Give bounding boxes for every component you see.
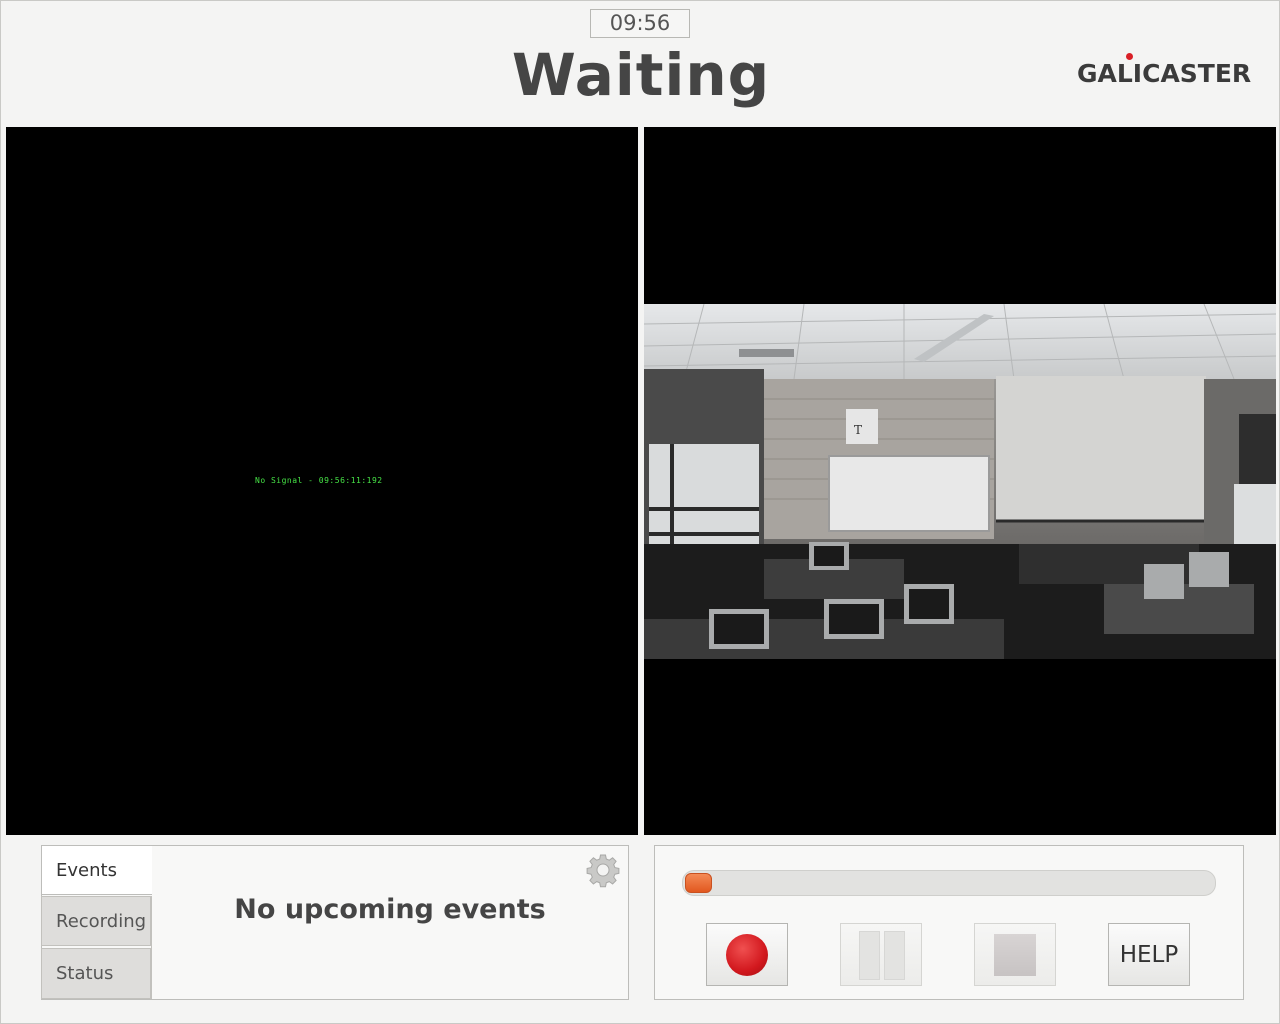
logo-dot — [1126, 53, 1133, 60]
stop-icon — [994, 934, 1036, 976]
pause-button[interactable] — [840, 923, 922, 986]
record-icon — [726, 934, 768, 976]
gear-icon[interactable] — [585, 852, 621, 888]
pause-bar-left — [859, 931, 880, 980]
stop-button[interactable] — [974, 923, 1056, 986]
svg-text:T: T — [854, 423, 862, 437]
no-events-message: No upcoming events — [234, 894, 546, 925]
galicaster-logo: GALICASTER — [1077, 53, 1252, 88]
pause-bar-right — [884, 931, 905, 980]
audio-level-fill — [685, 873, 712, 893]
logo-text: GALICASTER — [1077, 59, 1252, 88]
no-signal-text: No Signal - 09:56:11:192 — [255, 476, 383, 485]
recorder-status-title: Waiting — [511, 41, 771, 109]
audio-level-bar — [682, 870, 1216, 896]
preview-right: T — [644, 127, 1276, 835]
events-panel: Events Recording Status No upcoming even… — [41, 845, 629, 1000]
tab-recording[interactable]: Recording — [41, 896, 151, 946]
tab-events[interactable]: Events — [41, 845, 152, 895]
help-label: HELP — [1119, 942, 1179, 968]
galicaster-window: 09:56 Waiting GALICASTER No Signal - 09:… — [0, 0, 1280, 1024]
recorder-controls-panel: HELP — [654, 845, 1244, 1000]
camera-feed-image: T — [644, 304, 1276, 659]
preview-left: No Signal - 09:56:11:192 — [6, 127, 638, 835]
help-button[interactable]: HELP — [1108, 923, 1190, 986]
tab-status[interactable]: Status — [41, 948, 151, 999]
record-button[interactable] — [706, 923, 788, 986]
clock-display: 09:56 — [590, 9, 690, 38]
